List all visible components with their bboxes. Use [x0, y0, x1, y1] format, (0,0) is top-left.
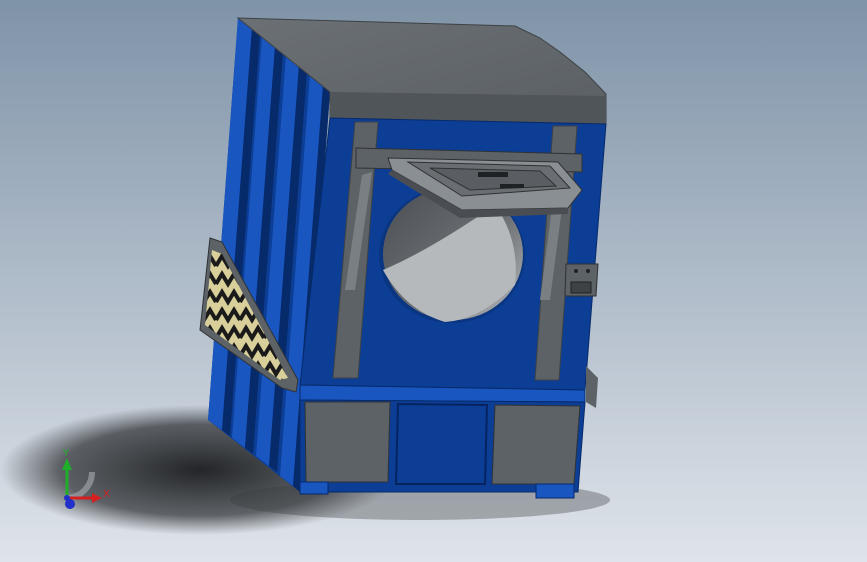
x-axis-label: X	[103, 489, 110, 500]
base-cabinet	[299, 399, 586, 493]
y-axis-label: Y	[62, 448, 70, 459]
control-box[interactable]	[564, 263, 599, 297]
foot-left	[299, 481, 329, 495]
washer-model[interactable]	[199, 17, 607, 499]
model-scene[interactable]: Y X	[0, 0, 867, 562]
graphics-viewport[interactable]: Y X	[0, 0, 867, 562]
foot-right	[535, 483, 575, 499]
